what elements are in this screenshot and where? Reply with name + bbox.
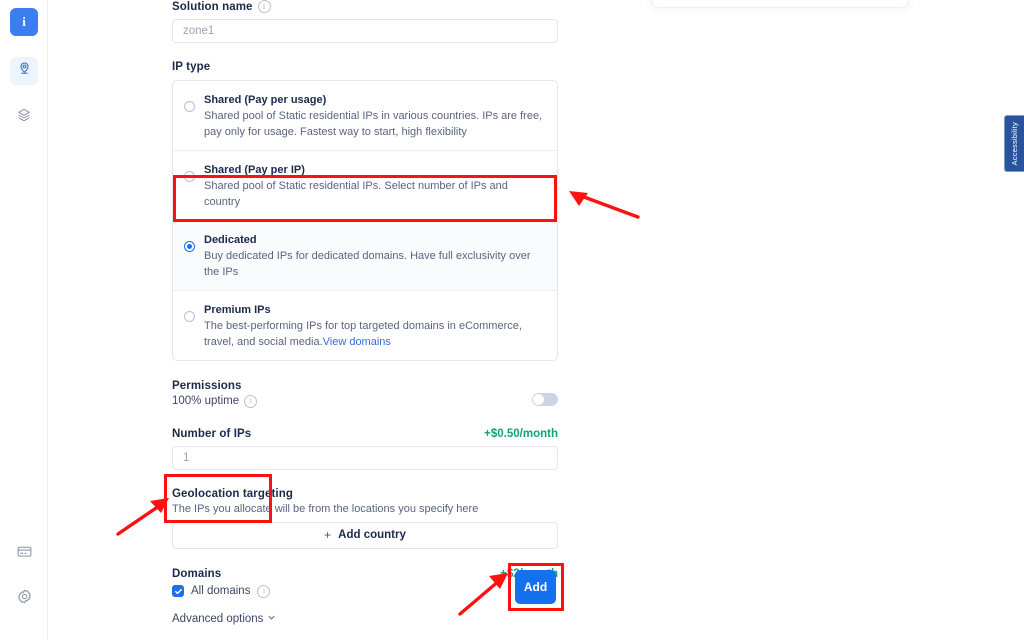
all-domains-checkbox[interactable] <box>172 585 184 597</box>
accessibility-tab[interactable]: Accessibility <box>1004 115 1024 172</box>
solution-name-label: Solution name i <box>172 0 558 13</box>
annotation-arrow-dedicated <box>569 191 640 219</box>
uptime-toggle[interactable] <box>532 393 558 406</box>
ip-option-description: The best-performing IPs for top targeted… <box>204 319 522 348</box>
info-icon[interactable]: i <box>244 394 258 408</box>
view-domains-link[interactable]: View domains <box>323 336 391 348</box>
solution-name-input[interactable]: zone1 <box>172 19 558 43</box>
left-icon-rail: i <box>0 0 48 640</box>
ip-option-title: Shared (Pay per usage) <box>204 94 327 106</box>
layers-icon <box>16 107 32 128</box>
sidebar-item-datasets[interactable] <box>10 103 38 131</box>
chevron-down-icon <box>267 613 276 625</box>
sidebar-item-billing[interactable] <box>10 540 38 568</box>
add-country-label: Add country <box>338 529 406 541</box>
permissions-label: Permissions <box>172 379 242 392</box>
ip-type-options: Shared (Pay per usage) Shared pool of St… <box>172 80 558 361</box>
info-icon[interactable]: i <box>257 584 271 598</box>
add-button-label: Add <box>523 580 548 594</box>
toggle-knob <box>533 394 544 405</box>
ip-option-description: Shared pool of Static residential IPs. S… <box>204 179 508 208</box>
geolocation-section: Geolocation targeting The IPs you alloca… <box>172 488 558 549</box>
add-country-button[interactable]: + Add country <box>172 521 558 549</box>
uptime-label: 100% uptime <box>172 395 240 407</box>
domains-label: Domains <box>172 567 222 580</box>
radio-shared-pay-per-usage[interactable] <box>184 101 195 112</box>
radio-premium-ips[interactable] <box>184 310 195 322</box>
credit-card-icon <box>16 543 33 565</box>
domains-section: Domains +$2/month All domains i <box>172 568 558 598</box>
advanced-options-toggle[interactable]: Advanced options <box>172 613 558 625</box>
info-logo-icon: i <box>22 14 26 29</box>
geolocation-helper: The IPs you allocate will be from the lo… <box>172 502 479 515</box>
ip-option-dedicated[interactable]: Dedicated Buy dedicated IPs for dedicate… <box>173 220 557 291</box>
info-icon[interactable]: i <box>257 0 271 13</box>
number-of-ips-value: 1 <box>183 451 190 464</box>
ip-option-title: Shared (Pay per IP) <box>204 163 305 176</box>
permissions-section: Permissions 100% uptime i <box>172 380 558 408</box>
number-of-ips-price: +$0.50/month <box>484 427 558 440</box>
number-of-ips-input[interactable]: 1 <box>172 445 558 470</box>
all-domains-row[interactable]: All domains i <box>172 584 558 598</box>
ip-option-description: Shared pool of Static residential IPs in… <box>204 110 543 138</box>
accessibility-tab-label: Accessibility <box>1010 121 1019 166</box>
location-pin-icon <box>17 61 32 81</box>
geolocation-label: Geolocation targeting <box>172 487 293 500</box>
ip-option-shared-pay-per-usage[interactable]: Shared (Pay per usage) Shared pool of St… <box>173 81 557 151</box>
solution-name-field: Solution name i zone1 <box>172 0 558 43</box>
ip-option-premium-ips[interactable]: Premium IPs The best-performing IPs for … <box>173 291 557 360</box>
solution-name-value: zone1 <box>183 25 215 37</box>
sidebar-item-logo[interactable]: i <box>10 8 38 36</box>
ip-option-title: Dedicated <box>204 233 257 246</box>
number-of-ips-section: Number of IPs +$0.50/month 1 <box>172 428 558 470</box>
advanced-options-label: Advanced options <box>172 612 264 625</box>
ip-type-section: IP type Shared (Pay per usage) Shared po… <box>172 61 558 361</box>
sidebar-item-proxy[interactable] <box>10 57 38 85</box>
number-of-ips-label: Number of IPs <box>172 427 252 440</box>
ip-type-label: IP type <box>172 61 211 73</box>
radio-dedicated[interactable] <box>184 240 195 252</box>
plus-icon: + <box>324 528 332 542</box>
sidebar-item-settings[interactable] <box>10 585 38 613</box>
add-button[interactable]: Add <box>515 570 556 604</box>
annotation-arrow-domains <box>116 498 169 536</box>
all-domains-label: All domains <box>191 585 251 597</box>
gear-icon <box>16 588 33 610</box>
ip-option-title: Premium IPs <box>204 303 271 316</box>
background-panel-remnant <box>651 0 909 8</box>
ip-option-description: Buy dedicated IPs for dedicated domains.… <box>204 249 531 278</box>
ip-option-shared-pay-per-ip[interactable]: Shared (Pay per IP) Shared pool of Stati… <box>173 151 557 221</box>
proxy-zone-form: Solution name i zone1 IP type Shared (Pa… <box>172 0 558 625</box>
uptime-row: 100% uptime i <box>172 392 558 408</box>
radio-shared-pay-per-ip[interactable] <box>184 170 195 182</box>
uptime-label-wrap: 100% uptime i <box>172 394 258 408</box>
